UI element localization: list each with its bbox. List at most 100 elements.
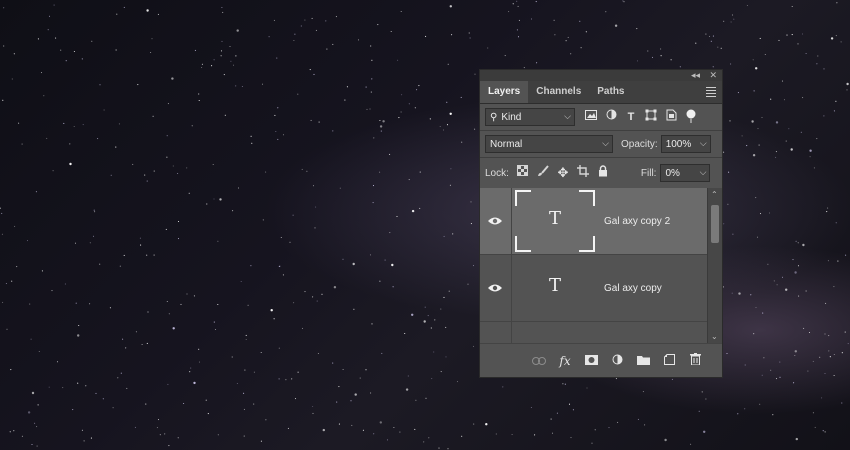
star [828, 350, 830, 352]
star [177, 172, 179, 175]
star [2, 301, 4, 303]
eye-icon[interactable] [487, 215, 503, 227]
star [448, 290, 450, 292]
star [837, 260, 839, 262]
star [69, 162, 72, 166]
star [190, 367, 192, 369]
fill-input[interactable]: 0% ⌵ [660, 164, 711, 182]
star [759, 37, 761, 39]
scroll-down-icon[interactable]: ⌄ [711, 332, 718, 341]
star [781, 276, 784, 278]
star [516, 29, 518, 31]
opacity-input[interactable]: 100% ⌵ [660, 135, 711, 153]
collapse-icon[interactable]: ◂◂ [691, 70, 700, 81]
star [399, 431, 401, 433]
adjustment-filter-icon[interactable] [603, 109, 619, 125]
star [405, 388, 409, 391]
star [359, 377, 361, 379]
fx-icon[interactable]: fx [558, 354, 572, 368]
layer-row[interactable]: T Gal axy copy [480, 255, 709, 322]
star [243, 435, 245, 437]
star [809, 149, 812, 152]
star [30, 338, 32, 340]
layer-name[interactable]: Gal axy copy [604, 283, 662, 294]
panel-titlebar[interactable]: ◂◂ ✕ [480, 70, 722, 81]
star [132, 163, 134, 165]
blend-mode-select[interactable]: Normal ⌵ [485, 135, 613, 153]
lock-transparent-icon[interactable] [515, 165, 531, 181]
star [726, 352, 728, 355]
star [816, 63, 818, 65]
trash-icon[interactable] [688, 353, 702, 368]
star [278, 378, 280, 380]
layer-row[interactable]: T Gal axy copy 2 [480, 188, 709, 255]
star [807, 370, 809, 372]
lock-image-pixels-icon[interactable] [535, 165, 551, 181]
shape-filter-icon[interactable] [643, 109, 659, 125]
star [97, 138, 99, 140]
star [322, 428, 325, 432]
star [65, 60, 67, 62]
star [312, 405, 314, 408]
star [0, 207, 1, 209]
scroll-up-icon[interactable]: ⌃ [711, 190, 718, 199]
layers-scrollbar[interactable]: ⌃ ⌄ [707, 188, 722, 343]
star [535, 1, 537, 3]
layer-thumbnail[interactable]: T [515, 257, 595, 319]
link-icon[interactable] [532, 354, 546, 368]
star [77, 382, 79, 384]
star [758, 144, 760, 146]
lock-artboard-icon[interactable] [575, 165, 591, 181]
panel-menu-icon[interactable] [706, 87, 716, 99]
close-icon[interactable]: ✕ [709, 70, 717, 81]
star [223, 74, 225, 76]
tab-channels[interactable]: Channels [528, 81, 589, 103]
star [268, 36, 270, 38]
star [756, 236, 759, 238]
tab-paths[interactable]: Paths [589, 81, 632, 103]
selection-corner [515, 236, 531, 252]
star [262, 219, 264, 221]
star [823, 68, 825, 70]
star [221, 40, 223, 42]
lock-all-icon[interactable] [595, 165, 611, 181]
type-filter-icon[interactable]: T [623, 109, 639, 125]
star [166, 300, 168, 303]
star [370, 45, 372, 47]
star [253, 371, 255, 373]
star [808, 331, 811, 334]
star [794, 354, 796, 357]
scrollbar-thumb[interactable] [711, 205, 719, 243]
star [419, 207, 421, 209]
layer-thumbnail[interactable]: T [515, 190, 595, 252]
new-layer-icon[interactable] [662, 353, 676, 368]
filter-toggle-icon[interactable] [683, 109, 699, 125]
star [3, 7, 5, 9]
star [729, 120, 731, 122]
layer-name[interactable]: Gal axy copy 2 [604, 216, 670, 227]
mask-icon[interactable] [584, 354, 598, 368]
star [746, 4, 748, 7]
pixel-filter-icon[interactable] [583, 109, 599, 125]
star [744, 364, 746, 366]
star [428, 437, 430, 439]
star [153, 254, 155, 256]
eye-icon[interactable] [487, 282, 503, 294]
star [564, 383, 566, 385]
kind-filter-select[interactable]: ⚲ Kind ⌵ [485, 108, 575, 126]
star [690, 443, 692, 445]
star [294, 398, 297, 400]
star [580, 47, 582, 49]
star [120, 372, 122, 374]
folder-icon[interactable] [636, 354, 650, 368]
star [614, 24, 618, 27]
star [31, 443, 33, 446]
lock-position-icon[interactable]: ✥ [555, 165, 571, 181]
star [198, 93, 200, 95]
smart-object-filter-icon[interactable] [663, 109, 679, 125]
tab-layers[interactable]: Layers [480, 81, 529, 103]
star [425, 35, 427, 37]
star [95, 392, 97, 394]
star [779, 361, 781, 363]
adjustment-icon[interactable] [610, 354, 624, 368]
